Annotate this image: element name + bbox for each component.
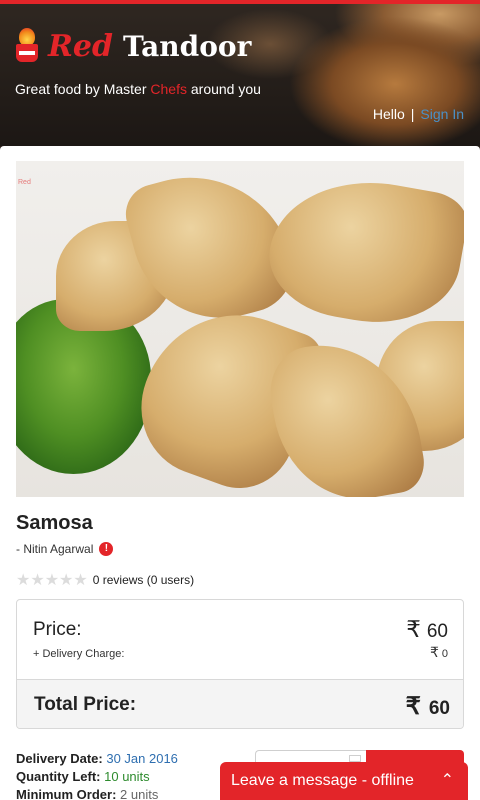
chat-widget-label: Leave a message - offline — [231, 772, 414, 789]
total-price-label: Total Price: — [34, 694, 137, 715]
product-image: Red — [16, 161, 464, 497]
rupee-icon: ₹ — [406, 616, 421, 642]
delivery-charge-label: + Delivery Charge: — [33, 648, 125, 660]
tandoor-logo-icon — [14, 28, 40, 64]
delivery-date-value: 30 Jan 2016 — [106, 751, 178, 766]
rupee-icon: ₹ — [405, 693, 421, 720]
auth-bar: Hello | Sign In — [373, 106, 464, 122]
header-banner: Red Tandoor Great food by Master Chefs a… — [0, 4, 480, 146]
delivery-charge-value: ₹0 — [429, 644, 448, 660]
chef-name[interactable]: - Nitin Agarwal ! — [16, 542, 114, 556]
rating-row: ★★★★★ 0 reviews (0 users) — [16, 570, 194, 590]
quantity-left-row: Quantity Left: 10 units — [16, 769, 150, 784]
order-details: Delivery Date: 30 Jan 2016 Quantity Left… — [16, 750, 178, 800]
minimum-order-row: Minimum Order: 2 units — [16, 787, 159, 800]
image-watermark: Red — [18, 179, 31, 186]
chat-widget[interactable]: Leave a message - offline ⌃ — [220, 762, 468, 800]
quantity-spinner[interactable] — [349, 755, 361, 762]
price-value: ₹60 — [406, 616, 448, 642]
total-price-value: ₹60 — [405, 693, 450, 720]
brand-name-red: Red — [48, 28, 113, 64]
quantity-left-value: 10 units — [104, 769, 150, 784]
auth-separator: | — [410, 106, 415, 122]
minimum-order-value: 2 units — [120, 787, 159, 800]
rupee-icon: ₹ — [429, 644, 439, 660]
reviews-count: 0 reviews (0 users) — [92, 573, 195, 587]
product-card: Red Samosa - Nitin Agarwal ! ★★★★★ 0 rev… — [0, 146, 480, 800]
delivery-date-row: Delivery Date: 30 Jan 2016 — [16, 751, 178, 766]
chef-badge-icon: ! — [99, 542, 114, 556]
greeting-text: Hello — [372, 106, 405, 122]
brand-name-white: Tandoor — [123, 29, 252, 63]
price-label: Price: — [33, 619, 82, 640]
tagline: Great food by Master Chefs around you — [15, 81, 261, 97]
price-box: Price: ₹60 + Delivery Charge: ₹0 Total P… — [16, 599, 464, 729]
product-title: Samosa — [16, 512, 93, 534]
sign-in-link[interactable]: Sign In — [420, 106, 464, 122]
chef-name-text: - Nitin Agarwal — [16, 542, 94, 556]
chevron-up-icon[interactable]: ⌃ — [441, 770, 454, 790]
brand-logo[interactable]: Red Tandoor — [14, 28, 251, 64]
total-price-row: Total Price: ₹60 — [17, 679, 463, 728]
tagline-highlight: Chefs — [150, 81, 187, 97]
star-rating-icon: ★★★★★ — [16, 572, 88, 589]
